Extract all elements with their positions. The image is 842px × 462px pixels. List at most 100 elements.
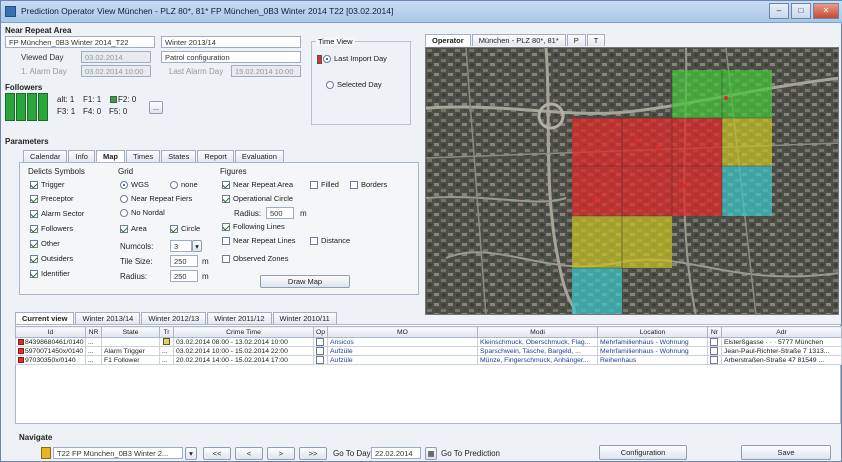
cell-location[interactable]: Mehrfamilienhaus - Wohnung: [597, 346, 708, 356]
grid-near-repeat-radio[interactable]: Near Repeat Fiers: [120, 194, 192, 204]
delict-alarm-sector-checkbox[interactable]: Alarm Sector: [30, 209, 84, 219]
tab-winter-2012[interactable]: Winter 2012/13: [141, 312, 207, 324]
grid-wgs-radio[interactable]: WGS: [120, 180, 149, 190]
cell-nr2[interactable]: [707, 355, 722, 365]
table-row[interactable]: 5970071450x/0140 ... Alarm Trigger ... 0…: [15, 346, 842, 356]
tab-map[interactable]: Map: [95, 150, 125, 162]
go-to-prediction-link[interactable]: Go To Prediction: [441, 449, 500, 458]
col-op[interactable]: Op: [313, 326, 328, 338]
col-id[interactable]: Id: [15, 326, 86, 338]
tab-winter-2013[interactable]: Winter 2013/14: [75, 312, 141, 324]
cell-op[interactable]: [313, 355, 328, 365]
tab-evaluation[interactable]: Evaluation: [234, 150, 284, 162]
grid-no-scale-radio[interactable]: No Nordal: [120, 208, 165, 218]
cell-nr2[interactable]: [707, 337, 722, 347]
close-button[interactable]: ✕: [813, 3, 839, 19]
followers-more-button[interactable]: ...: [149, 101, 163, 114]
go-to-day-input[interactable]: 22.02.2014: [371, 447, 421, 459]
col-modi[interactable]: Modi: [477, 326, 598, 338]
cell-nr2[interactable]: [707, 346, 722, 356]
cell-tr[interactable]: ...: [159, 355, 174, 365]
col-location[interactable]: Location: [597, 326, 708, 338]
cell-tr[interactable]: ...: [159, 346, 174, 356]
tab-muenchen[interactable]: München - PLZ 80*, 81*: [471, 34, 566, 46]
prediction-dropdown-icon[interactable]: ▾: [185, 447, 197, 460]
maximize-button[interactable]: □: [791, 3, 811, 19]
delict-preceptor-checkbox[interactable]: Preceptor: [30, 194, 74, 204]
nav-next-button[interactable]: >: [267, 447, 295, 460]
cell-nr[interactable]: ...: [85, 346, 102, 356]
nav-first-button[interactable]: <<: [203, 447, 231, 460]
near-repeat-area-checkbox[interactable]: Near Repeat Area: [222, 180, 293, 190]
cell-mo[interactable]: Aufzüle: [327, 355, 478, 365]
save-button[interactable]: Save: [741, 445, 831, 460]
numcols-dropdown-icon[interactable]: ▾: [192, 240, 202, 252]
col-nr2[interactable]: Nr: [707, 326, 722, 338]
cell-modi[interactable]: Kleinschmuck, Oberschmuck, Flag...: [477, 337, 598, 347]
grid-circle-checkbox[interactable]: Circle: [170, 224, 200, 234]
col-state[interactable]: State: [101, 326, 160, 338]
grid-radius-input[interactable]: 250: [170, 270, 198, 282]
tilesize-input[interactable]: 250: [170, 255, 198, 267]
filled-checkbox[interactable]: Filled: [310, 180, 339, 190]
time-view-last-option[interactable]: Last Import Day: [316, 54, 387, 64]
satellite-map[interactable]: [425, 47, 839, 315]
tab-winter-2011[interactable]: Winter 2011/12: [207, 312, 272, 324]
cell-location[interactable]: Mehrfamilienhaus - Wohnung: [597, 337, 708, 347]
cell-nr[interactable]: ...: [85, 337, 102, 347]
col-crime-time[interactable]: Crime Time: [173, 326, 314, 338]
tab-report[interactable]: Report: [197, 150, 234, 162]
col-tr[interactable]: Tr: [159, 326, 174, 338]
cell-location[interactable]: Reihenhaus: [597, 355, 708, 365]
delict-other-checkbox[interactable]: Other: [30, 239, 60, 249]
patrol-config-field[interactable]: Patrol configuration: [161, 51, 301, 63]
near-repeat-lines-checkbox[interactable]: Near Repeat Lines: [222, 236, 296, 246]
time-view-selected-option[interactable]: Selected Day: [326, 80, 382, 90]
tab-states[interactable]: States: [161, 150, 197, 162]
numcols-select[interactable]: 3: [170, 240, 192, 252]
delict-followers-checkbox[interactable]: Followers: [30, 224, 73, 234]
cell-id: 5970071450x/0140: [15, 346, 86, 356]
cell-modi[interactable]: Münze, Fingerschmuck, Anhänger...: [477, 355, 598, 365]
configuration-button[interactable]: Configuration: [599, 445, 687, 460]
col-adr[interactable]: Adr: [721, 326, 842, 338]
observed-zones-checkbox[interactable]: Observed Zones: [222, 254, 288, 264]
col-mo[interactable]: MO: [327, 326, 478, 338]
tab-info[interactable]: Info: [68, 150, 95, 162]
tab-times[interactable]: Times: [125, 150, 161, 162]
cell-mo[interactable]: Aufzüle: [327, 346, 478, 356]
following-lines-checkbox[interactable]: Following Lines: [222, 222, 285, 232]
calendar-icon[interactable]: ▦: [425, 447, 437, 460]
tab-p[interactable]: P: [566, 34, 586, 46]
tab-calendar[interactable]: Calendar: [23, 150, 68, 162]
borders-checkbox[interactable]: Borders: [350, 180, 387, 190]
tab-t[interactable]: T: [586, 34, 606, 46]
tab-operator[interactable]: Operator: [425, 34, 471, 46]
tab-current-view[interactable]: Current view: [15, 312, 75, 324]
table-row[interactable]: 84398680461/0140 ... 03.02.2014 08:00 - …: [15, 337, 842, 347]
distance-checkbox[interactable]: Distance: [310, 236, 350, 246]
nav-last-button[interactable]: >>: [299, 447, 327, 460]
delict-identifier-checkbox[interactable]: Identifier: [30, 269, 70, 279]
delict-outsiders-checkbox[interactable]: Outsiders: [30, 254, 73, 264]
cell-op[interactable]: [313, 337, 328, 347]
cell-id: 84398680461/0140: [15, 337, 86, 347]
tab-winter-2010[interactable]: Winter 2010/11: [272, 312, 337, 324]
cell-nr[interactable]: ...: [85, 355, 102, 365]
col-nr[interactable]: NR: [85, 326, 102, 338]
cell-modi[interactable]: Sparschwein, Tasche, Bargeld, ...: [477, 346, 598, 356]
near-repeat-area-field[interactable]: FP München_0B3 Winter 2014_T22: [5, 36, 155, 48]
delict-trigger-checkbox[interactable]: Trigger: [30, 180, 64, 190]
draw-map-button[interactable]: Draw Map: [260, 275, 350, 288]
table-row[interactable]: 97030350x/0140 ... F1 Follower ... 20.02…: [15, 355, 842, 365]
season-field[interactable]: Winter 2013/14: [161, 36, 301, 48]
grid-area-checkbox[interactable]: Area: [120, 224, 147, 234]
cell-op[interactable]: [313, 346, 328, 356]
prediction-selector[interactable]: T22 FP München_0B3 Winter 2...: [53, 447, 183, 459]
minimize-button[interactable]: –: [769, 3, 789, 19]
operational-circle-checkbox[interactable]: Operational Circle: [222, 194, 293, 204]
grid-none-radio[interactable]: none: [170, 180, 198, 190]
nav-prev-button[interactable]: <: [235, 447, 263, 460]
figures-radius-input[interactable]: 500: [266, 207, 294, 219]
cell-mo[interactable]: Ansicos: [327, 337, 478, 347]
